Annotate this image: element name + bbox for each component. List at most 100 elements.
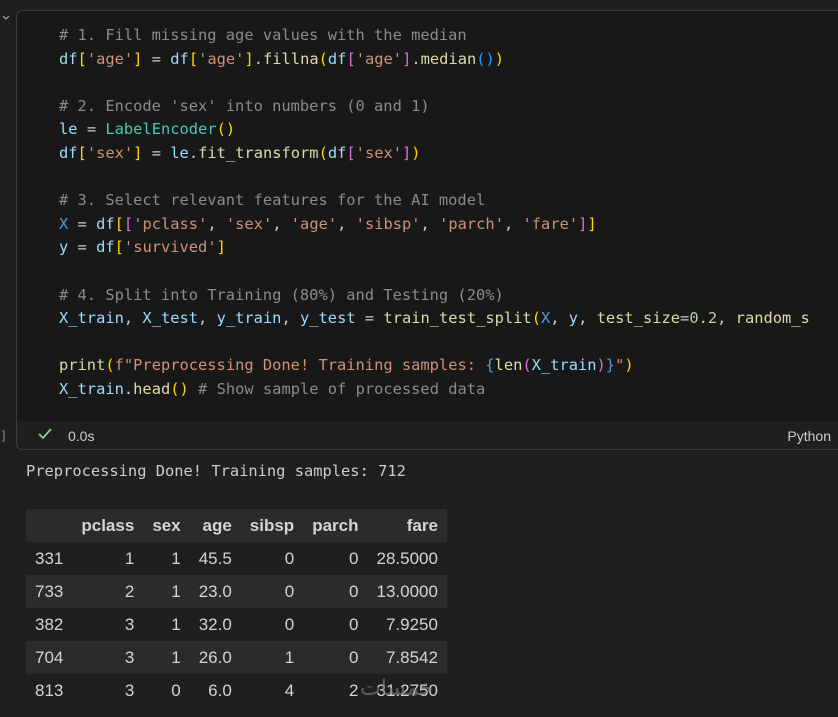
table-cell: 23.0 xyxy=(189,575,241,608)
code-token: , xyxy=(198,309,217,328)
code-line: y = df['survived'] xyxy=(59,236,810,260)
cell-output-text: Preprocessing Done! Training samples: 71… xyxy=(26,462,406,480)
code-token: fit_transform xyxy=(198,143,319,162)
code-line: le = LabelEncoder() xyxy=(59,118,810,142)
code-token: [ xyxy=(77,143,87,162)
code-token: train_test_split xyxy=(383,309,532,328)
code-token: df xyxy=(327,143,347,162)
code-token: df xyxy=(327,49,347,68)
chevron-down-icon[interactable] xyxy=(2,14,10,22)
code-token: { xyxy=(485,356,495,375)
code-token: ) xyxy=(494,49,505,68)
code-token: fillna xyxy=(263,49,319,68)
table-cell: 6.0 xyxy=(189,674,241,707)
code-token: head xyxy=(133,379,171,398)
code-token: ] xyxy=(578,214,588,233)
code-token: [ xyxy=(346,49,356,68)
table-cell: 1 xyxy=(72,542,144,575)
code-token: [ xyxy=(123,214,134,233)
code-token: [ xyxy=(188,49,199,68)
table-cell: 32.0 xyxy=(189,608,241,641)
table-cell: 3 xyxy=(72,674,144,707)
success-check-icon xyxy=(38,428,52,440)
code-token: df xyxy=(96,214,115,233)
table-row: 733 2 1 23.0 0 0 13.0000 xyxy=(26,575,447,608)
code-token: [ xyxy=(114,238,124,257)
code-token: , xyxy=(281,309,300,328)
code-token: y_test xyxy=(300,309,356,328)
code-token: ] xyxy=(402,49,412,68)
column-header: parch xyxy=(303,509,368,542)
code-token: , xyxy=(272,214,291,233)
code-token: = xyxy=(77,120,106,139)
column-header: pclass xyxy=(72,509,144,542)
code-token: = xyxy=(142,143,171,162)
table-cell: 3 xyxy=(72,608,144,641)
table-cell: 45.5 xyxy=(189,542,241,575)
code-block[interactable]: # 1. Fill missing age values with the me… xyxy=(59,24,810,402)
code-token: } xyxy=(605,356,616,375)
row-index: 733 xyxy=(26,575,73,608)
code-token: df xyxy=(59,49,78,68)
table-cell: 0 xyxy=(240,575,304,608)
row-index: 331 xyxy=(26,542,73,575)
code-token: 'parch' xyxy=(439,214,504,233)
code-token: . xyxy=(188,143,199,162)
code-token: ] xyxy=(587,214,597,233)
code-token: # 1. Fill missing age values with the me… xyxy=(59,26,467,44)
code-token: , xyxy=(578,309,597,328)
code-line: df['sex'] = le.fit_transform(df['sex']) xyxy=(59,142,810,166)
code-token: test_size xyxy=(596,309,681,328)
code-token: # 4. Split into Training (80%) and Testi… xyxy=(59,285,504,304)
code-token: 'pclass' xyxy=(133,214,208,233)
code-token: le xyxy=(59,120,78,139)
code-token: ( xyxy=(105,356,115,375)
cell-language-selector[interactable]: Python xyxy=(787,428,831,444)
code-line: X_train, X_test, y_train, y_test = train… xyxy=(59,307,810,331)
code-token: = xyxy=(68,238,97,257)
table-header-row: pclass sex age sibsp parch fare xyxy=(26,509,447,542)
code-token: y_train xyxy=(216,309,282,328)
code-token: df xyxy=(170,49,189,68)
code-token: LabelEncoder xyxy=(105,120,217,139)
code-token: . xyxy=(253,49,263,68)
table-cell: 26.0 xyxy=(189,641,241,674)
code-token: print xyxy=(59,356,106,375)
code-token: le xyxy=(170,143,189,162)
code-token: 'age' xyxy=(355,49,403,68)
code-token: . xyxy=(123,379,134,398)
code-token: = xyxy=(355,309,384,328)
code-line: # 3. Select relevant features for the AI… xyxy=(59,189,810,213)
code-token: , xyxy=(717,309,736,328)
table-cell: 3 xyxy=(72,641,144,674)
table-cell: 28.5000 xyxy=(367,542,447,575)
code-token: = xyxy=(680,309,690,328)
code-editor[interactable]: # 1. Fill missing age values with the me… xyxy=(17,11,838,421)
table-cell: 0 xyxy=(303,641,368,674)
row-index: 704 xyxy=(26,641,73,674)
code-token: , xyxy=(550,309,569,328)
code-token: f"Preprocessing Done! Training samples: xyxy=(114,356,486,375)
code-token: y xyxy=(568,309,579,328)
notebook-code-cell[interactable]: # 1. Fill missing age values with the me… xyxy=(16,10,838,450)
code-line: # 2. Encode 'sex' into numbers (0 and 1) xyxy=(59,95,810,119)
code-token: # Show sample of processed data xyxy=(188,379,486,398)
code-token: , xyxy=(503,214,523,233)
code-line: df['age'] = df['age'].fillna(df['age'].m… xyxy=(59,48,810,72)
code-token: ] xyxy=(244,49,254,68)
code-token: y xyxy=(59,238,69,257)
column-header: sex xyxy=(143,509,190,542)
column-header: sibsp xyxy=(240,509,304,542)
code-token: = xyxy=(142,49,171,68)
table-cell: 7.8542 xyxy=(367,641,447,674)
row-index: 382 xyxy=(26,608,73,641)
code-token: len xyxy=(494,356,523,375)
code-line: print(f"Preprocessing Done! Training sam… xyxy=(59,354,810,378)
table-cell: 0 xyxy=(240,608,304,641)
table-cell: 0 xyxy=(303,575,368,608)
table-cell: 7.9250 xyxy=(367,608,447,641)
execution-time: 0.0s xyxy=(68,428,95,444)
